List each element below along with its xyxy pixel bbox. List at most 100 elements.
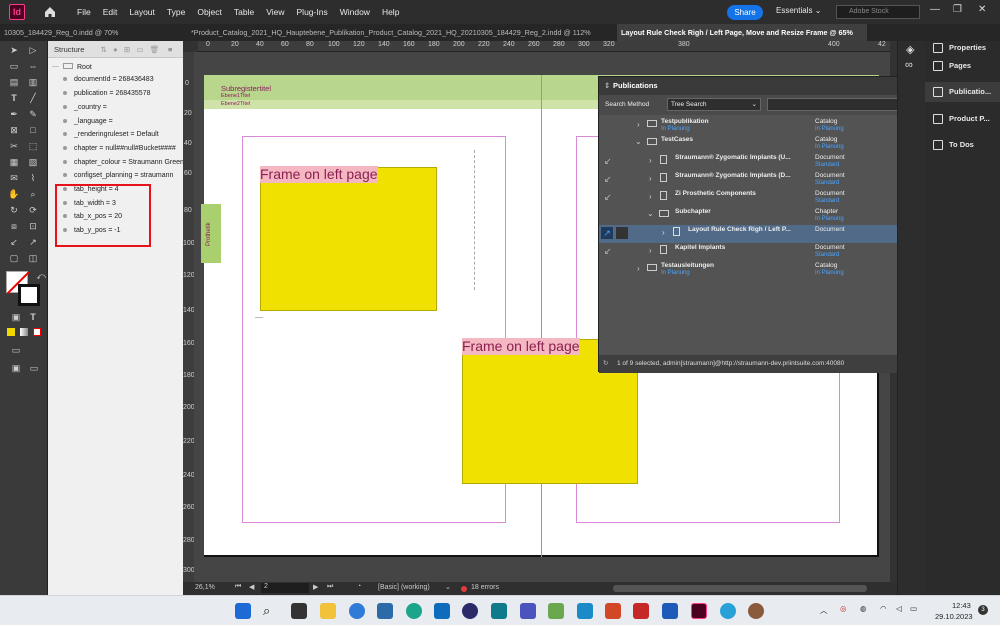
chevron-right-icon[interactable]: › <box>649 192 652 201</box>
frame-tool-icon[interactable]: ⧈ <box>8 220 20 232</box>
menu-plugins[interactable]: Plug-Ins <box>291 7 334 17</box>
task-view-icon[interactable] <box>291 603 307 619</box>
notification-badge[interactable]: 3 <box>978 605 988 615</box>
apply-none-icon[interactable] <box>33 328 41 336</box>
tree-row-document[interactable]: ↙ › Zi Prosthetic Components Document St… <box>599 189 925 207</box>
app-icon[interactable] <box>748 603 764 619</box>
tray-app-icon[interactable]: ◎ <box>840 604 847 613</box>
tree-row-catalog[interactable]: › Testausleitungen In Planung Catalog In… <box>599 261 925 279</box>
checkin-arrow-icon[interactable]: ↙ <box>604 156 612 167</box>
root-node[interactable]: Root <box>63 63 92 71</box>
transform-again-icon[interactable]: ↻ <box>8 204 20 216</box>
zoom-tool-icon[interactable]: ⌕ <box>27 188 39 200</box>
page-tool-icon[interactable]: ▭ <box>8 60 20 72</box>
chevron-right-icon[interactable]: › <box>649 174 652 183</box>
tab-document-3[interactable]: Layout Rule Check Righ / Left Page, Move… <box>617 24 867 41</box>
file-explorer-icon[interactable] <box>320 603 336 619</box>
comment-tool-icon[interactable]: ▢ <box>8 252 20 264</box>
product-panel-tab[interactable]: Product P... <box>925 109 1000 129</box>
tree-row-document[interactable]: ↙ › Straumann® Zygomatic Implants (D... … <box>599 171 925 189</box>
screen-mode-icon[interactable]: ▣ <box>10 362 22 374</box>
note-tool-icon[interactable]: ✉ <box>8 172 20 184</box>
error-count[interactable]: 18 errors <box>471 584 499 591</box>
workspace-switcher[interactable]: Essentials ⌄ <box>776 6 821 15</box>
panel-menu-icon[interactable]: ≡ <box>168 41 172 58</box>
page-field[interactable]: 2 <box>261 583 309 593</box>
view-tool-icon[interactable]: ◫ <box>27 252 39 264</box>
content-collector-icon[interactable]: ▤ <box>8 76 20 88</box>
chevron-down-icon[interactable]: ⌄ <box>635 137 642 146</box>
maximize-icon[interactable]: ❐ <box>953 4 962 15</box>
app-icon[interactable] <box>377 603 393 619</box>
attribute-row[interactable]: _language = <box>63 118 113 125</box>
swap-colors-icon[interactable]: ⤺ <box>35 270 47 282</box>
attribute-row[interactable]: configset_planning = straumann <box>63 172 173 179</box>
tree-row-document[interactable]: ↙ › Kapitel Implants Document Standard <box>599 243 925 261</box>
menu-type[interactable]: Type <box>161 7 191 17</box>
share-button[interactable]: Share <box>727 5 763 20</box>
zoom-level[interactable]: 26,1% <box>195 584 215 591</box>
scissors-tool-icon[interactable]: ✂ <box>8 140 20 152</box>
horizontal-ruler[interactable]: 0 20 40 60 80 100 120 140 160 180 200 22… <box>198 41 890 52</box>
clock-date[interactable]: 29.10.2023 <box>935 612 973 621</box>
pen-tool-icon[interactable]: ✒ <box>8 108 20 120</box>
next-page-icon[interactable]: ▶ <box>313 583 318 591</box>
menu-layout[interactable]: Layout <box>123 7 161 17</box>
direct-selection-tool-icon[interactable]: ▷ <box>27 44 39 56</box>
home-icon[interactable] <box>43 5 57 19</box>
vertical-ruler[interactable]: 0 20 40 60 80 100 120 140 160 180 200 22… <box>183 52 195 582</box>
normal-mode-icon[interactable]: ▭ <box>10 344 22 356</box>
chevron-down-icon[interactable]: ⌄ <box>445 583 451 591</box>
structure-toolbar-icons[interactable]: ⇅ ● ⊞ ▭ 🗑 <box>101 45 160 54</box>
app-icon[interactable] <box>577 603 593 619</box>
gradient-tool-icon[interactable]: ▦ <box>8 156 20 168</box>
formatting-text-icon[interactable]: T <box>27 311 39 323</box>
first-page-icon[interactable]: ⏮ <box>235 583 241 591</box>
tree-row-document-selected[interactable]: ↗ › Layout Rule Check Righ / Left P... D… <box>599 225 925 243</box>
menu-file[interactable]: File <box>71 7 97 17</box>
menu-window[interactable]: Window <box>334 7 376 17</box>
indesign-app-icon[interactable]: Id <box>9 4 25 20</box>
menu-table[interactable]: Table <box>228 7 260 17</box>
line-tool-icon[interactable]: ╱ <box>27 92 39 104</box>
checkin-arrow-icon[interactable]: ↙ <box>604 246 612 257</box>
attribute-row[interactable]: publication = 268435578 <box>63 90 150 97</box>
pencil-tool-icon[interactable]: ✎ <box>27 108 39 120</box>
chevron-right-icon[interactable]: › <box>637 120 640 129</box>
chevron-right-icon[interactable]: › <box>662 228 665 237</box>
free-transform-tool-icon[interactable]: ⬚ <box>27 140 39 152</box>
chevron-right-icon[interactable]: › <box>649 156 652 165</box>
selection-tool-icon[interactable]: ➤ <box>8 44 20 56</box>
app-icon[interactable] <box>720 603 736 619</box>
windows-start-icon[interactable] <box>235 603 251 619</box>
tab-document-2[interactable]: *Product_Catalog_2021_HQ_Hauptebene_Publ… <box>187 24 612 41</box>
attribute-row[interactable]: documentId = 268436483 <box>63 76 154 83</box>
app-icon[interactable] <box>462 603 478 619</box>
indesign-icon[interactable] <box>691 603 707 619</box>
yellow-frame-left[interactable] <box>260 167 437 311</box>
menu-help[interactable]: Help <box>376 7 405 17</box>
attribute-row[interactable]: chapter_colour = Straumann Green <box>63 159 184 166</box>
preview-mode-icon[interactable]: ▭ <box>28 362 40 374</box>
clock-time[interactable]: 12:43 <box>952 601 971 610</box>
app-icon[interactable] <box>491 603 507 619</box>
chevron-down-icon[interactable]: ⌄ <box>647 209 654 218</box>
teams-icon[interactable] <box>520 603 536 619</box>
wifi-icon[interactable]: ◠ <box>880 604 887 613</box>
gap-tool-icon[interactable]: ⇔ <box>27 60 39 72</box>
attribute-row[interactable]: _country = <box>63 104 107 111</box>
close-icon[interactable]: ✕ <box>978 4 986 15</box>
publications-panel-tab[interactable]: Publicatio... <box>925 82 1000 102</box>
stroke-swatch[interactable] <box>18 284 40 306</box>
tree-row-chapter[interactable]: ⌄ Subchapter Chapter In Planung <box>599 207 925 225</box>
tab-document-1[interactable]: 10305_184429_Reg_0.indd @ 70% <box>0 24 182 41</box>
search-method-select[interactable]: Tree Search ⌄ <box>667 98 761 111</box>
tray-app-icon[interactable]: ◍ <box>860 604 867 613</box>
word-icon[interactable] <box>662 603 678 619</box>
apply-color-icon[interactable] <box>7 328 15 336</box>
pages-panel-tab[interactable]: Pages <box>925 56 1000 76</box>
attribute-row[interactable]: chapter = null##null#Bucket#### <box>63 145 176 152</box>
checkin-arrow-icon[interactable]: ↙ <box>604 192 612 203</box>
hand-tool-icon[interactable]: ✋ <box>8 188 20 200</box>
prev-page-icon[interactable]: ◀ <box>249 583 254 591</box>
